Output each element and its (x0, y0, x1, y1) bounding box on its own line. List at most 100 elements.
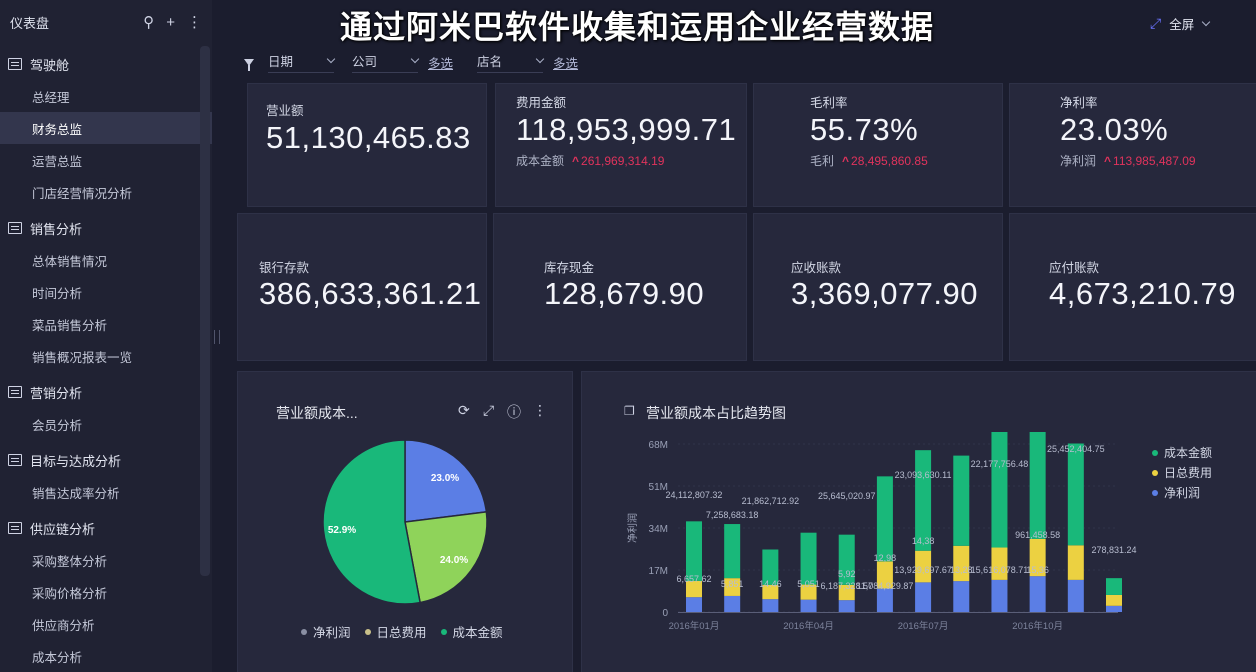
legend-item-daily-expense[interactable]: 日总费用 (364, 622, 427, 641)
sidebar-item[interactable]: 采购价格分析 (0, 576, 212, 608)
legend-item-daily-expense[interactable]: 日总费用 (1152, 464, 1212, 481)
date-filter-select[interactable]: 日期 (268, 51, 336, 73)
filter-icon[interactable] (244, 58, 254, 71)
bar-segment[interactable] (1067, 443, 1084, 546)
filter-bar: 日期 公司 多选 店名 多选 (236, 46, 602, 78)
sidebar-item[interactable]: 运营总监 (0, 144, 212, 176)
bar-segment[interactable] (915, 582, 932, 612)
sidebar-item[interactable]: 成本分析 (0, 640, 212, 672)
kpi-card-gross-margin: 毛利率 55.73% 毛利 28,495,860.85 (754, 84, 1002, 206)
chevron-down-icon (535, 54, 545, 64)
bar-segment[interactable] (800, 599, 817, 612)
kpi-value: 128,679.90 (544, 276, 705, 311)
legend-dot (1152, 449, 1158, 456)
sidebar: 仪表盘 ⚲ + ⋮ 驾驶舱 总经理 财务总监 运营总监 门店经营情况分析 销售分… (0, 0, 212, 672)
bar-segment[interactable] (953, 545, 970, 582)
sidebar-header: 仪表盘 ⚲ + ⋮ (0, 0, 212, 44)
y-tick-label: 68M (649, 440, 668, 451)
data-label: 278,831.24 (1091, 545, 1136, 555)
bar-segment[interactable] (876, 588, 893, 612)
sidebar-group-targets[interactable]: 目标与达成分析 (0, 444, 212, 476)
legend-item-cost[interactable]: 成本金额 (440, 622, 503, 641)
sidebar-item[interactable]: 采购整体分析 (0, 544, 212, 576)
folder-icon (8, 522, 22, 534)
kpi-label: 毛利率 (810, 96, 848, 110)
bar-segment[interactable] (1029, 576, 1046, 612)
store-filter-select[interactable]: 店名 (477, 51, 545, 73)
bar-segment[interactable] (876, 476, 893, 562)
more-vertical-icon[interactable]: ⋮ (187, 13, 202, 31)
sidebar-item[interactable]: 时间分析 (0, 276, 212, 308)
sidebar-group-label: 驾驶舱 (30, 57, 70, 73)
sidebar-title: 仪表盘 (10, 15, 50, 31)
company-multi-select-link[interactable]: 多选 (428, 53, 453, 72)
company-filter-label: 公司 (352, 55, 378, 69)
bar-segment[interactable] (686, 521, 702, 581)
sidebar-item[interactable]: 会员分析 (0, 408, 212, 440)
sidebar-item[interactable]: 供应商分析 (0, 608, 212, 640)
bar-segment[interactable] (1029, 432, 1046, 539)
sidebar-scrollbar[interactable] (200, 46, 210, 576)
bar-segment[interactable] (724, 595, 741, 612)
kpi-sub-label: 成本金额 (516, 154, 565, 168)
bar-segment[interactable] (838, 600, 855, 612)
sidebar-group-cockpit[interactable]: 驾驶舱 (0, 48, 212, 80)
chevron-down-icon (326, 54, 336, 64)
sidebar-item[interactable]: 总经理 (0, 80, 212, 112)
bar-segment[interactable] (762, 599, 779, 612)
pie-slice-label: 23.0% (431, 473, 459, 484)
legend-item-cost[interactable]: 成本金额 (1152, 444, 1212, 461)
bar-segment[interactable] (724, 524, 741, 579)
sidebar-item[interactable]: 总体销售情况 (0, 244, 212, 276)
bar-segment[interactable] (991, 547, 1008, 580)
bar-segment[interactable] (953, 455, 970, 546)
x-tick-label: 2016年10月 (1012, 620, 1063, 632)
legend-dot (364, 628, 371, 635)
bar-segment[interactable] (1106, 594, 1122, 606)
bar-segment[interactable] (1106, 578, 1122, 595)
refresh-icon[interactable]: ⟳ (458, 402, 470, 419)
add-icon[interactable]: + (166, 14, 175, 31)
legend-item-net-profit[interactable]: 净利润 (301, 622, 351, 641)
bar-legend: 成本金额 日总费用 净利润 (1152, 444, 1212, 504)
company-filter-select[interactable]: 公司 (352, 51, 420, 73)
data-label: 961,458.58 (1015, 530, 1060, 540)
sidebar-resize-handle[interactable] (214, 330, 220, 344)
data-label: 21,862,712.92 (742, 496, 800, 506)
data-label: 14.46 (759, 579, 782, 589)
kpi-card-bank-deposit: 银行存款 386,633,361.21 (238, 214, 486, 360)
data-label: 23,093,630.11 (895, 470, 952, 480)
more-icon[interactable]: ⋮ (533, 402, 547, 419)
legend-item-net-profit[interactable]: 净利润 (1152, 484, 1212, 501)
sidebar-item[interactable]: 销售达成率分析 (0, 476, 212, 508)
pie-slice[interactable] (322, 439, 422, 605)
bar-segment[interactable] (991, 579, 1008, 612)
sidebar-item[interactable]: 菜品销售分析 (0, 308, 212, 340)
data-label: 14,38 (912, 536, 935, 546)
bar-segment[interactable] (1067, 579, 1084, 612)
kpi-label: 营业额 (266, 104, 304, 118)
pie-panel-title: 营业额成本... (276, 405, 358, 421)
search-icon[interactable]: ⚲ (143, 13, 154, 31)
info-icon[interactable]: ⓘ (507, 402, 521, 422)
sidebar-item[interactable]: 门店经营情况分析 (0, 176, 212, 208)
bar-segment[interactable] (953, 581, 970, 612)
bar-segment[interactable] (686, 597, 702, 612)
sidebar-item[interactable]: 销售概况报表一览 (0, 340, 212, 372)
sidebar-group-sales[interactable]: 销售分析 (0, 212, 212, 244)
sidebar-item-active[interactable]: 财务总监 (0, 112, 212, 144)
y-tick-label: 0 (662, 608, 668, 619)
bar-segment[interactable] (1067, 545, 1084, 580)
expand-icon[interactable]: ⤢ (483, 402, 494, 419)
kpi-sub-value-up: 113,985,487.09 (1104, 154, 1196, 168)
store-multi-select-link[interactable]: 多选 (553, 53, 578, 72)
fullscreen-button[interactable]: ⤢ 全屏 (1150, 14, 1211, 33)
kpi-sub-value-up: 261,969,314.19 (572, 154, 664, 168)
data-label: 5,051 (797, 579, 820, 589)
sidebar-group-supply[interactable]: 供应链分析 (0, 512, 212, 544)
bar-segment[interactable] (1106, 605, 1122, 612)
bar-segment[interactable] (991, 432, 1008, 548)
bar-segment[interactable] (800, 532, 817, 585)
sidebar-group-marketing[interactable]: 营销分析 (0, 376, 212, 408)
legend-label: 成本金额 (1164, 446, 1213, 460)
